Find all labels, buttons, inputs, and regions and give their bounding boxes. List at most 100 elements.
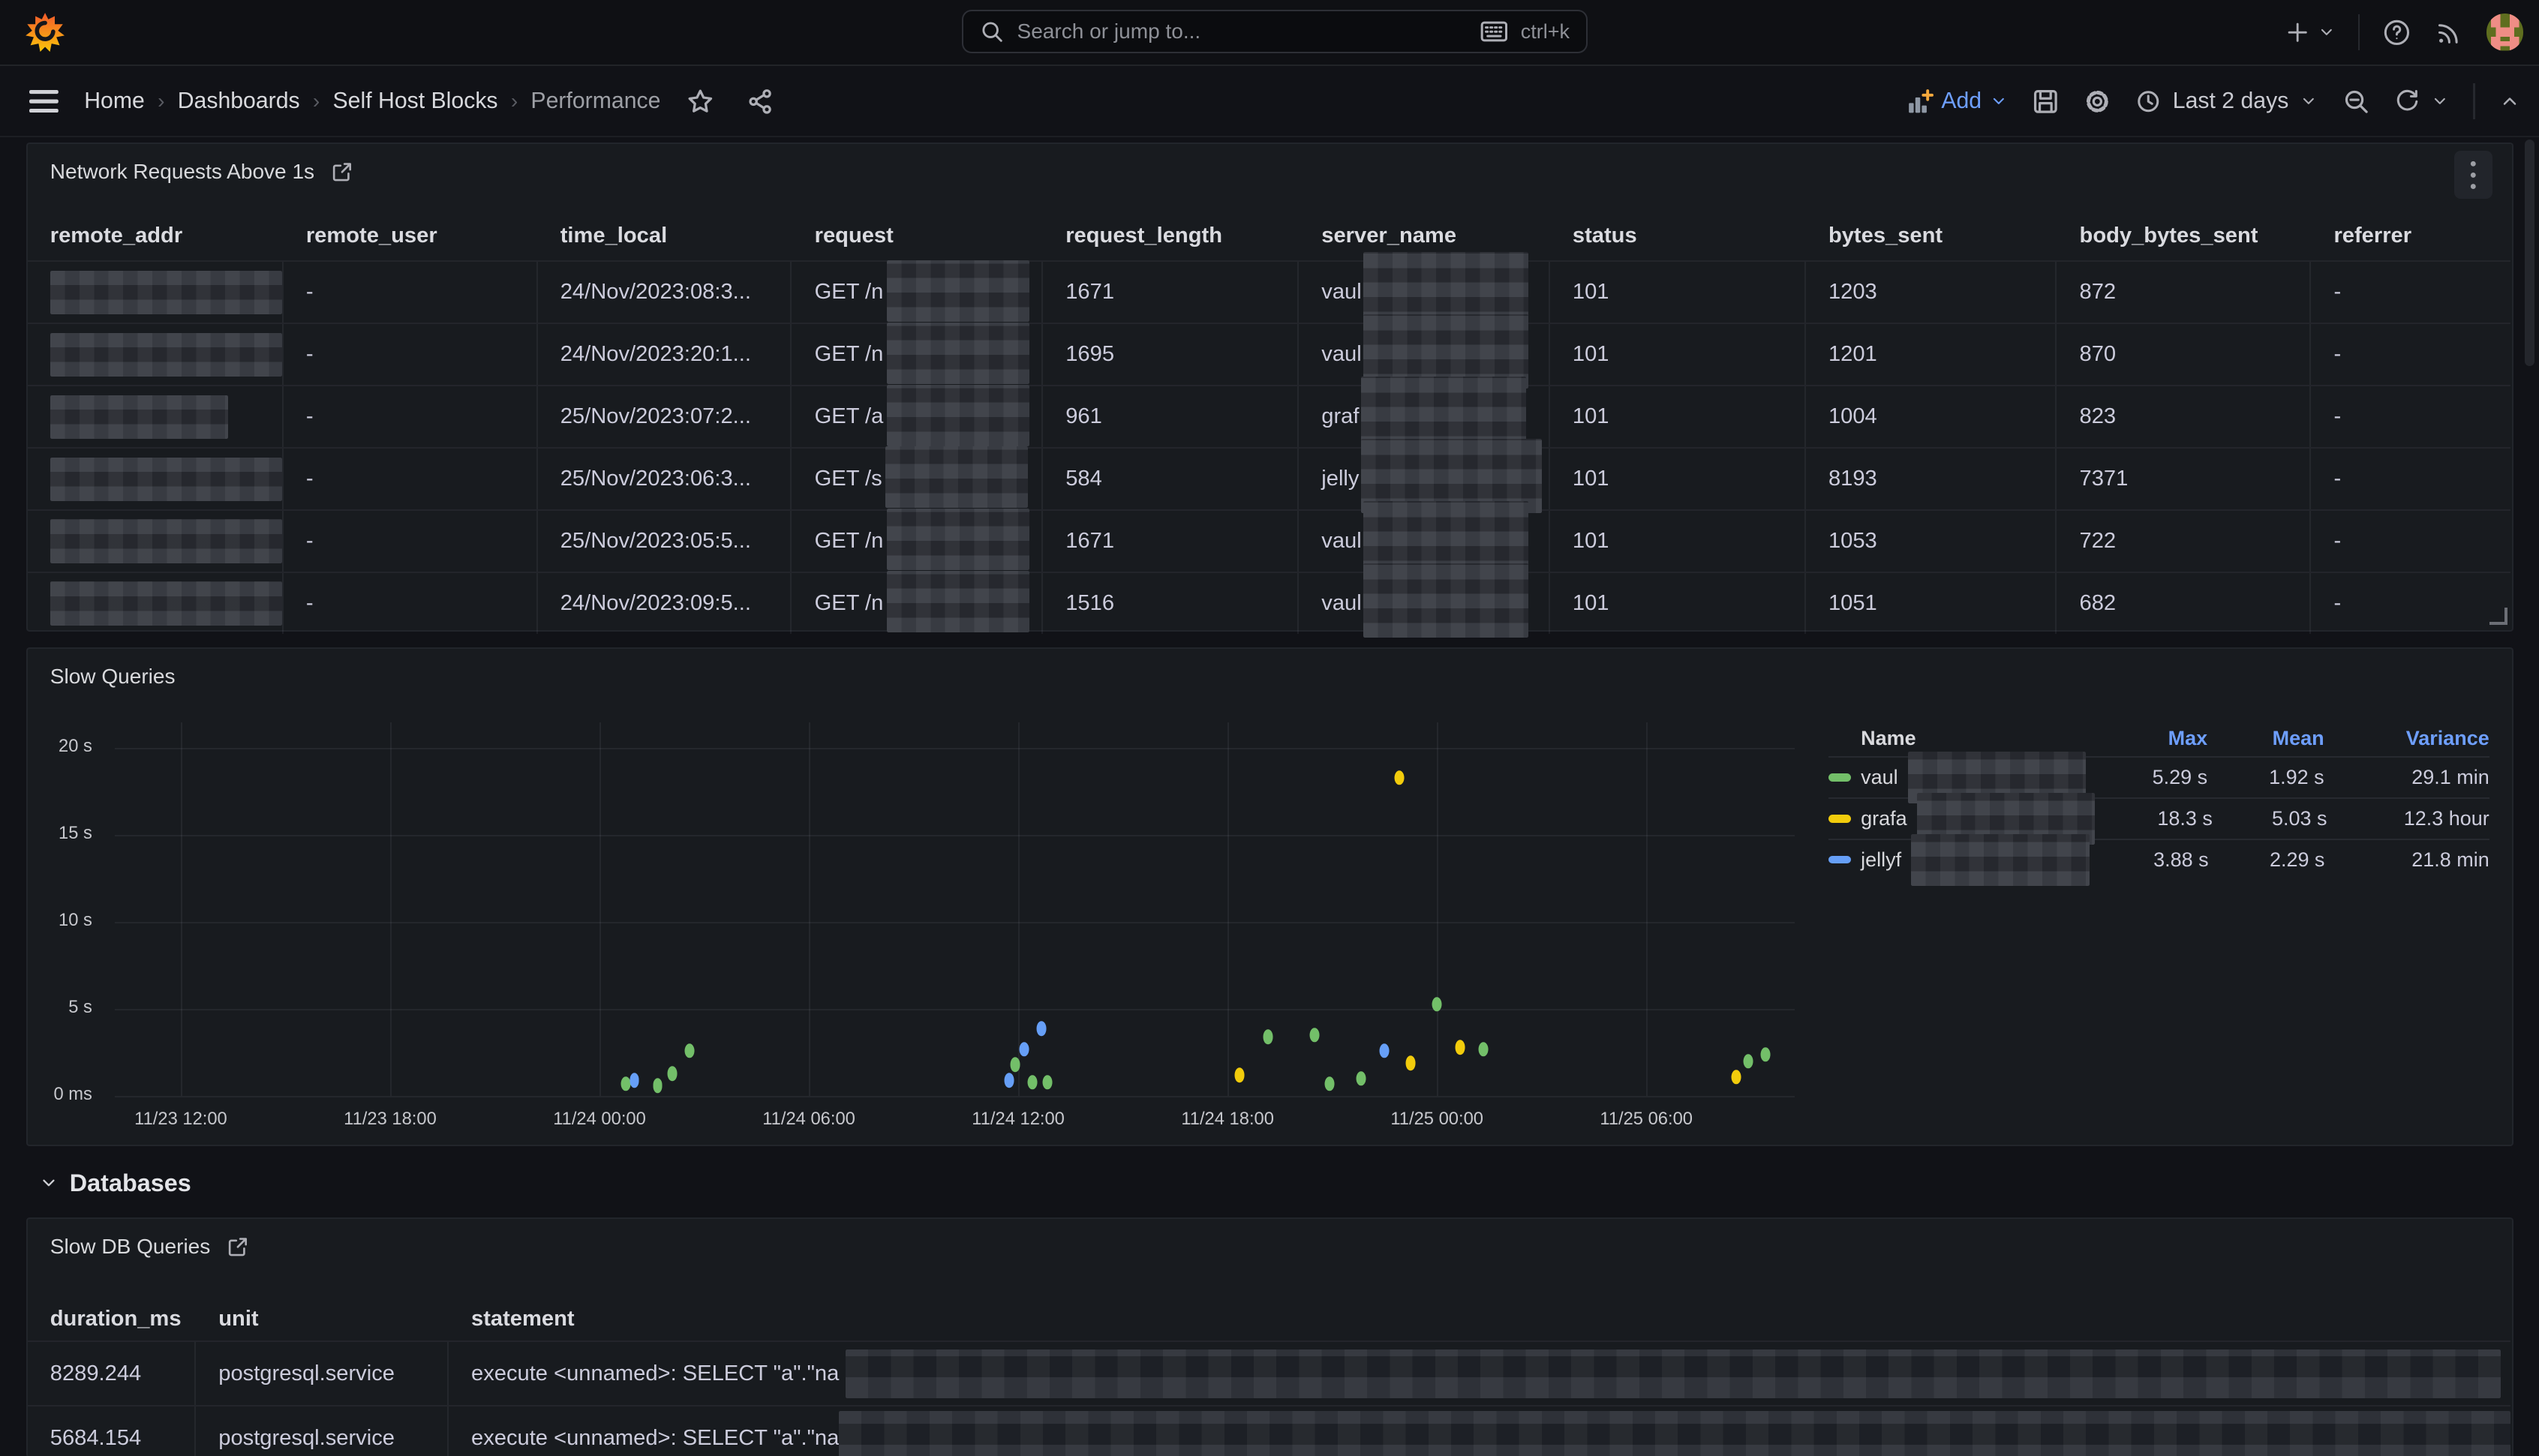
legend-row[interactable]: vaul5.29 s1.92 s29.1 min (1828, 756, 2489, 797)
scatter-point[interactable] (1357, 1071, 1366, 1085)
scatter-point[interactable] (653, 1079, 663, 1093)
new-button[interactable] (2285, 20, 2336, 44)
help-icon[interactable] (2382, 18, 2411, 47)
scatter-point[interactable] (1406, 1055, 1416, 1070)
scatter-point[interactable] (1743, 1054, 1753, 1068)
column-header-remote_user[interactable]: remote_user (284, 224, 538, 248)
scatter-point[interactable] (1234, 1068, 1244, 1082)
blurred-remote-addr (50, 395, 228, 439)
add-button[interactable]: Add (1907, 89, 2008, 115)
panel-title[interactable]: Network Requests Above 1s (50, 160, 314, 184)
blurred-remote-addr (50, 519, 282, 563)
cell-server-name: vaul (1299, 511, 1550, 572)
cell-bytes-sent: 1004 (1806, 386, 2057, 447)
scatter-point[interactable] (1761, 1047, 1771, 1061)
panel-menu-kebab[interactable] (2454, 151, 2493, 200)
grafana-logo-icon[interactable] (24, 11, 66, 53)
cell-remote-user: - (284, 449, 538, 509)
column-header-body_bytes_sent[interactable]: body_bytes_sent (2057, 224, 2311, 248)
scatter-point[interactable] (667, 1066, 677, 1080)
breadcrumb-separator: › (511, 89, 518, 113)
cell-server-name: jelly (1299, 449, 1550, 509)
legend-row[interactable]: jellyf3.88 s2.29 s21.8 min (1828, 839, 2489, 880)
panel-title[interactable]: Slow DB Queries (50, 1235, 211, 1259)
external-link-icon[interactable] (331, 161, 353, 183)
y-axis-tick-label: 15 s (28, 824, 92, 844)
column-header-duration_ms[interactable]: duration_ms (28, 1307, 197, 1331)
avatar[interactable] (2486, 14, 2524, 51)
gridline-v (390, 722, 392, 1097)
scatter-point[interactable] (1037, 1022, 1047, 1036)
scatter-point[interactable] (1042, 1075, 1052, 1089)
gridline-v (809, 722, 810, 1097)
scatter-point[interactable] (1310, 1028, 1320, 1042)
legend-header-mean[interactable]: Mean (2207, 727, 2324, 750)
legend-row[interactable]: grafa18.3 s5.03 s12.3 hour (1828, 797, 2489, 839)
share-icon[interactable] (747, 88, 774, 116)
zoom-out-time-icon[interactable] (2342, 88, 2370, 116)
table-row: -24/Nov/2023:08:3...GET /n1671vaul101120… (28, 260, 2511, 323)
breadcrumb-folder[interactable]: Self Host Blocks (333, 89, 498, 114)
table-row: -25/Nov/2023:07:2...GET /a961graf1011004… (28, 385, 2511, 447)
menu-hamburger-icon[interactable] (29, 90, 59, 113)
favorite-star-icon[interactable] (687, 88, 714, 116)
scatter-point[interactable] (1005, 1073, 1014, 1088)
column-header-server_name[interactable]: server_name (1299, 224, 1550, 248)
breadcrumb-dashboards[interactable]: Dashboards (178, 89, 300, 114)
save-dashboard-icon[interactable] (2032, 88, 2060, 116)
page-scrollbar-thumb[interactable] (2525, 140, 2534, 366)
cell-remote-user: - (284, 573, 538, 634)
table-row: -24/Nov/2023:09:5...GET /n1516vaul101105… (28, 572, 2511, 634)
scatter-point[interactable] (1732, 1070, 1741, 1084)
column-header-unit[interactable]: unit (196, 1307, 449, 1331)
table-header-row: duration_msunitstatement (28, 1297, 2511, 1340)
search-input[interactable]: Search or jump to... ctrl+k (962, 10, 1587, 53)
blurred-server-name (1363, 563, 1528, 638)
scatter-point[interactable] (1324, 1076, 1334, 1091)
cell-status: 101 (1550, 386, 1806, 447)
legend-header-max[interactable]: Max (2087, 727, 2207, 750)
scatter-point[interactable] (1028, 1075, 1038, 1089)
time-range-picker[interactable]: Last 2 days (2135, 89, 2318, 115)
scatter-plot[interactable]: 20 s15 s10 s5 s0 ms11/23 12:0011/23 18:0… (28, 649, 1825, 1148)
x-axis-tick-label: 11/24 00:00 (527, 1109, 672, 1130)
refresh-button[interactable] (2394, 89, 2449, 115)
cell-request-length: 1671 (1043, 262, 1299, 323)
gridline-v (1437, 722, 1438, 1097)
panel-resize-handle[interactable] (2489, 608, 2507, 625)
column-header-time_local[interactable]: time_local (538, 224, 792, 248)
column-header-request[interactable]: request (792, 224, 1043, 248)
scatter-point[interactable] (1456, 1040, 1465, 1055)
legend-header-name[interactable]: Name (1828, 727, 2087, 750)
legend-header-variance[interactable]: Variance (2324, 727, 2489, 750)
toolbar-divider (2473, 83, 2474, 119)
column-header-status[interactable]: status (1550, 224, 1806, 248)
scatter-point[interactable] (1380, 1043, 1390, 1058)
breadcrumb-home[interactable]: Home (84, 89, 145, 114)
column-header-referrer[interactable]: referrer (2311, 224, 2466, 248)
table-row: -25/Nov/2023:06:3...GET /s584jelly101819… (28, 447, 2511, 509)
column-header-request_length[interactable]: request_length (1043, 224, 1299, 248)
y-axis-tick-label: 10 s (28, 911, 92, 931)
scatter-point[interactable] (1394, 770, 1404, 785)
blurred-request (887, 385, 1029, 446)
dashboard-settings-gear-icon[interactable] (2084, 88, 2111, 116)
blurred-remote-addr (50, 271, 282, 314)
legend-max-value: 3.88 s (2090, 848, 2209, 872)
column-header-bytes_sent[interactable]: bytes_sent (1806, 224, 2057, 248)
topbar-divider (2358, 14, 2360, 50)
section-row-databases[interactable]: Databases (39, 1169, 191, 1197)
scatter-point[interactable] (1263, 1030, 1273, 1044)
external-link-icon[interactable] (227, 1235, 249, 1258)
scatter-point[interactable] (1479, 1042, 1489, 1056)
scatter-point[interactable] (685, 1043, 695, 1058)
cell-referrer: - (2311, 449, 2466, 509)
news-rss-icon[interactable] (2435, 18, 2464, 47)
scatter-point[interactable] (1019, 1042, 1029, 1056)
table-row: 8289.244postgresql.serviceexecute <unnam… (28, 1340, 2511, 1405)
column-header-remote_addr[interactable]: remote_addr (28, 224, 284, 248)
cell-bytes-sent: 1201 (1806, 324, 2057, 385)
collapse-toolbar-chevron-icon[interactable] (2499, 91, 2520, 112)
column-header-statement[interactable]: statement (449, 1307, 575, 1331)
scatter-point[interactable] (629, 1073, 639, 1088)
